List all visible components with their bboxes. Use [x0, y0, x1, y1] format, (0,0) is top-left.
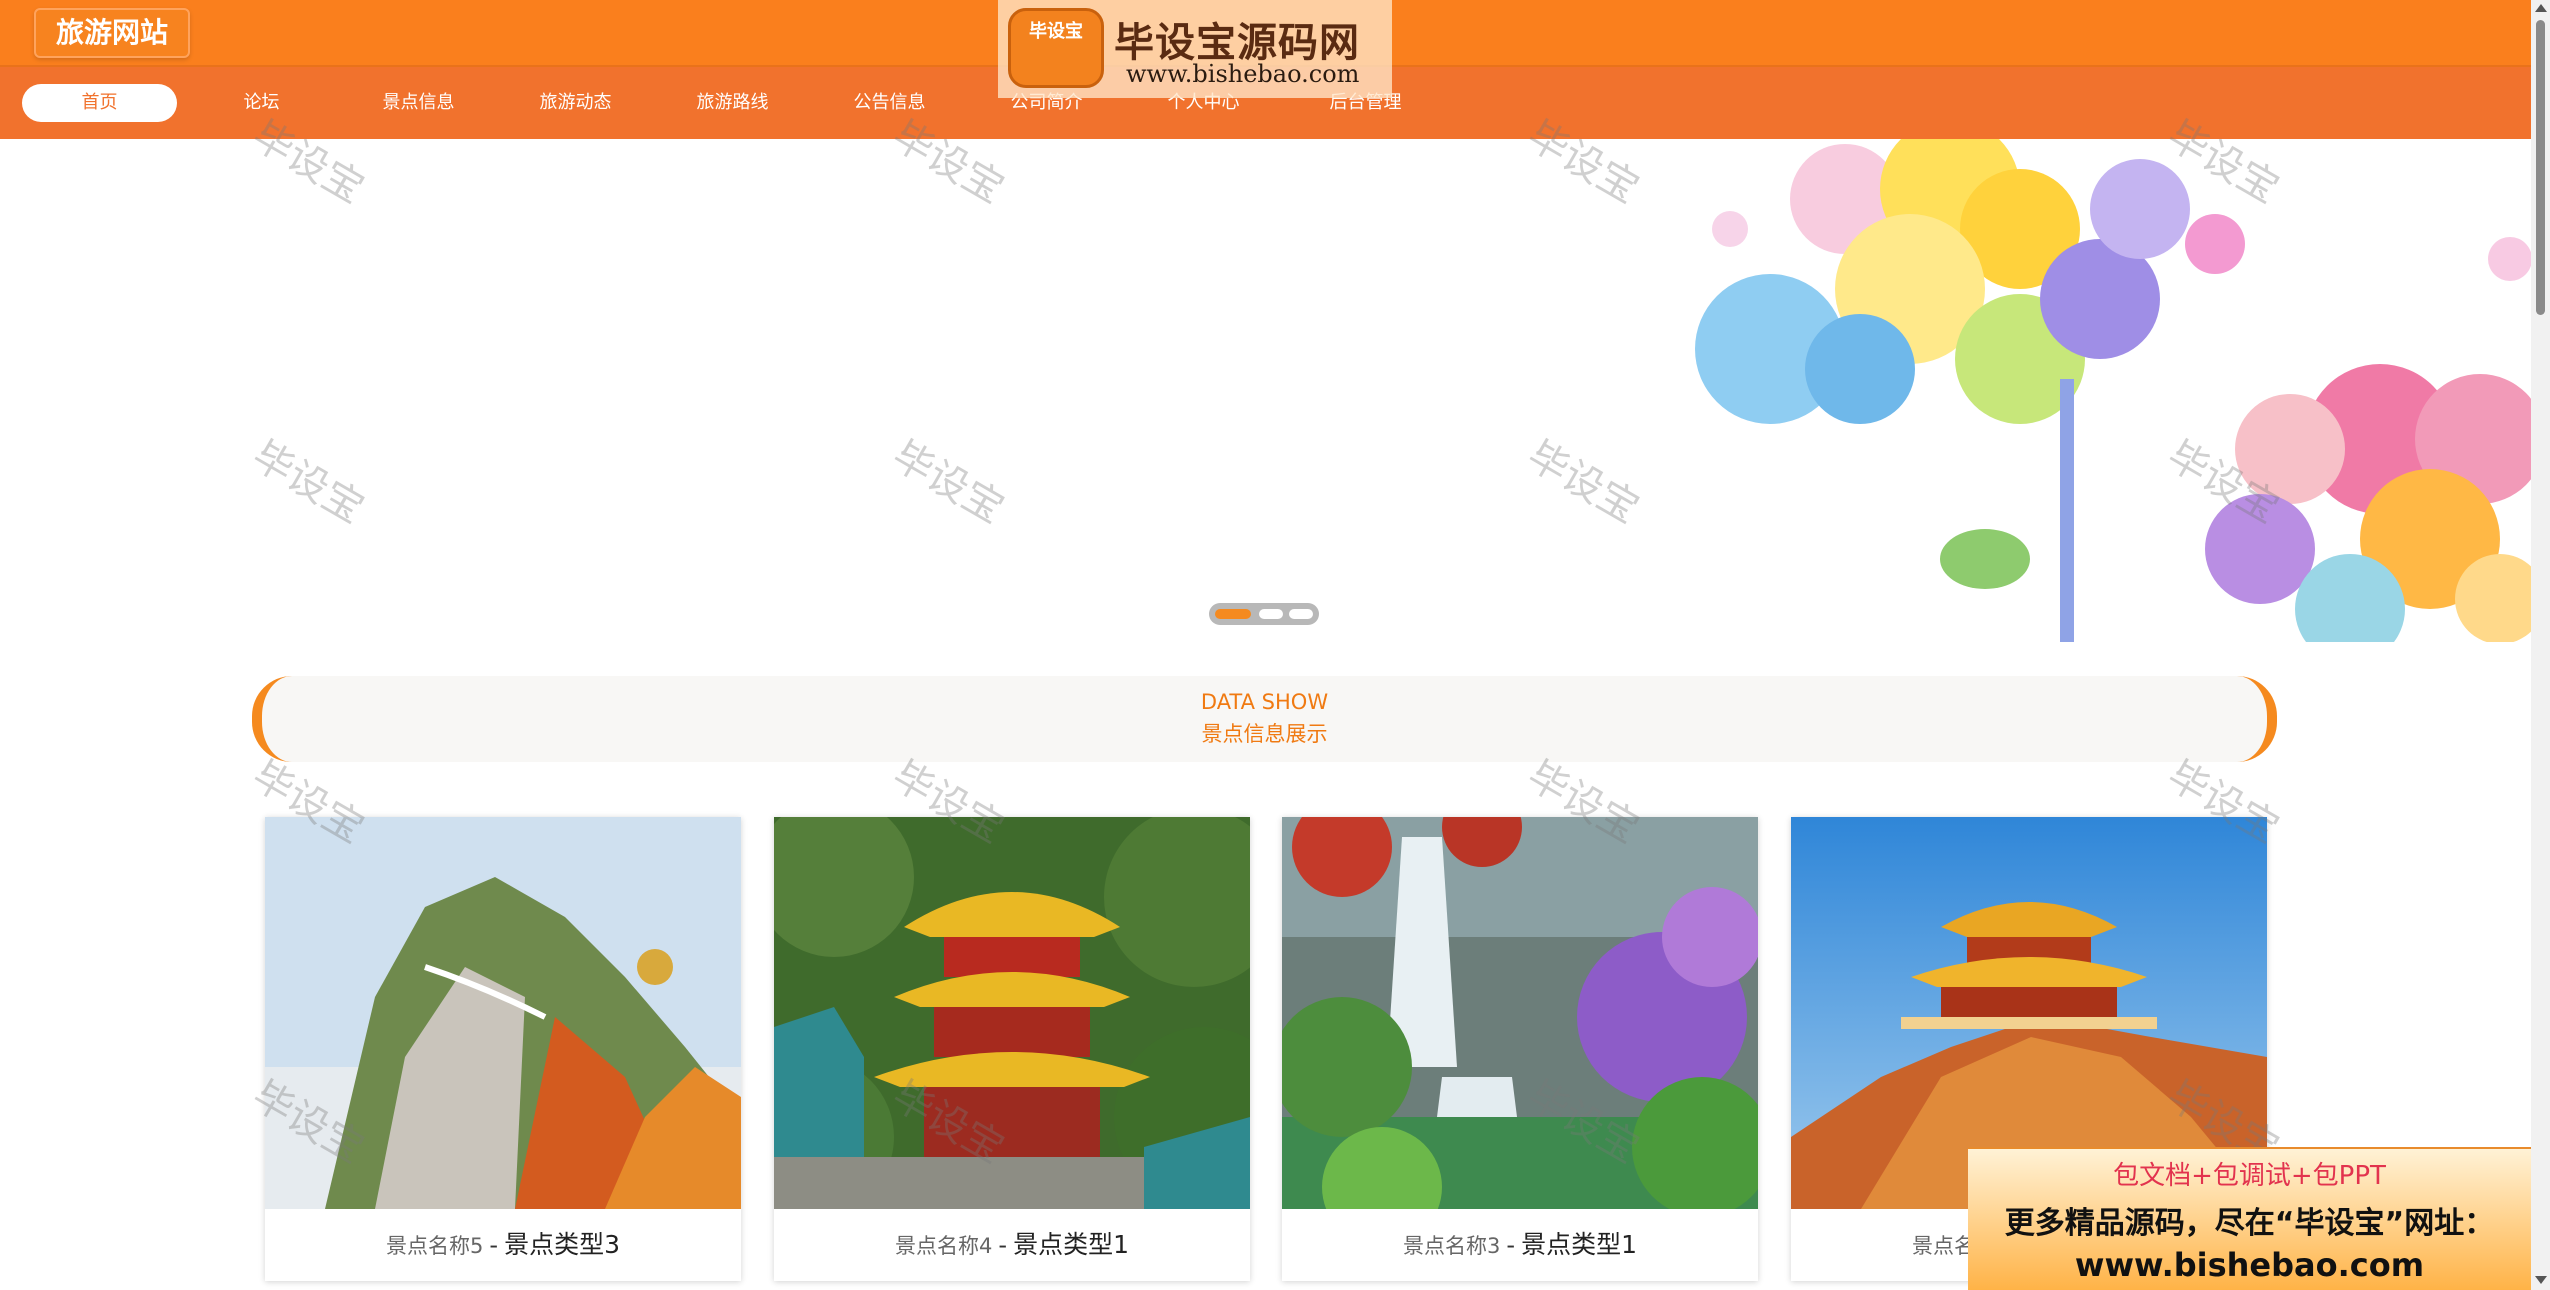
banner-carousel[interactable] [0, 139, 2531, 642]
section-title-en: DATA SHOW [1200, 690, 1329, 714]
nav-item-travel-news[interactable]: 旅游动态 [498, 84, 653, 122]
attraction-caption-2: 景点名称4- 景点类型1 [774, 1209, 1250, 1281]
page: 旅游网站 首页 论坛 景点信息 旅游动态 旅游路线 公告信息 公司简介 个人中心… [0, 0, 2550, 1290]
nav-item-home[interactable]: 首页 [22, 84, 177, 122]
attraction-image-2[interactable] [774, 817, 1250, 1209]
attraction-name[interactable]: 景点名称4 [895, 1234, 992, 1258]
carousel-dot-3[interactable] [1289, 609, 1313, 619]
nav-item-forum[interactable]: 论坛 [184, 84, 339, 122]
watermark-brand-logo: 毕设宝 毕设宝源码网 www.bishebao.com [998, 0, 1392, 98]
attraction-type: 景点类型1 [1013, 1230, 1129, 1259]
brand-badge-text: 毕设宝 [1029, 21, 1083, 42]
caption-separator: - [489, 1231, 499, 1259]
attraction-caption-3: 景点名称3- 景点类型1 [1282, 1209, 1758, 1281]
nav-item-notices[interactable]: 公告信息 [812, 84, 967, 122]
scroll-down-arrow-icon[interactable] [2535, 1276, 2547, 1284]
promo-banner: 包文档+包调试+包PPT 更多精品源码，尽在“毕设宝”网址： www.bishe… [1968, 1147, 2531, 1290]
carousel-dot-1[interactable] [1215, 609, 1251, 619]
attraction-image-1[interactable] [265, 817, 741, 1209]
nav-item-attractions[interactable]: 景点信息 [341, 84, 496, 122]
attraction-name[interactable]: 景点名称5 [386, 1234, 483, 1258]
scrollbar-thumb[interactable] [2536, 20, 2545, 315]
attraction-card-1[interactable]: 景点名称5- 景点类型3 [265, 817, 741, 1281]
attraction-caption-1: 景点名称5- 景点类型3 [265, 1209, 741, 1281]
site-logo[interactable]: 旅游网站 [34, 8, 191, 58]
promo-line-3: www.bishebao.com [2074, 1246, 2425, 1284]
caption-separator: - [998, 1231, 1008, 1259]
section-header: DATA SHOW 景点信息展示 [252, 676, 2277, 762]
flower-illustration [1695, 139, 2531, 642]
carousel-dot-2[interactable] [1259, 609, 1283, 619]
attraction-name[interactable]: 景点名称3 [1403, 1234, 1500, 1258]
attraction-card-3[interactable]: 景点名称3- 景点类型1 [1282, 817, 1758, 1281]
brand-badge-icon: 毕设宝 [1008, 8, 1104, 88]
carousel-indicators [1209, 603, 1319, 625]
promo-line-1: 包文档+包调试+包PPT [2113, 1161, 2386, 1191]
caption-separator: - [1506, 1231, 1516, 1259]
section-title-cn: 景点信息展示 [1201, 722, 1328, 746]
attraction-image-3[interactable] [1282, 817, 1758, 1209]
nav-item-travel-routes[interactable]: 旅游路线 [655, 84, 810, 122]
scroll-up-arrow-icon[interactable] [2535, 4, 2547, 12]
attraction-type: 景点类型3 [504, 1230, 620, 1259]
brand-url: www.bishebao.com [1126, 60, 1360, 88]
attraction-card-2[interactable]: 景点名称4- 景点类型1 [774, 817, 1250, 1281]
promo-line-2: 更多精品源码，尽在“毕设宝”网址： [2004, 1206, 2495, 1241]
attraction-type: 景点类型1 [1521, 1230, 1637, 1259]
